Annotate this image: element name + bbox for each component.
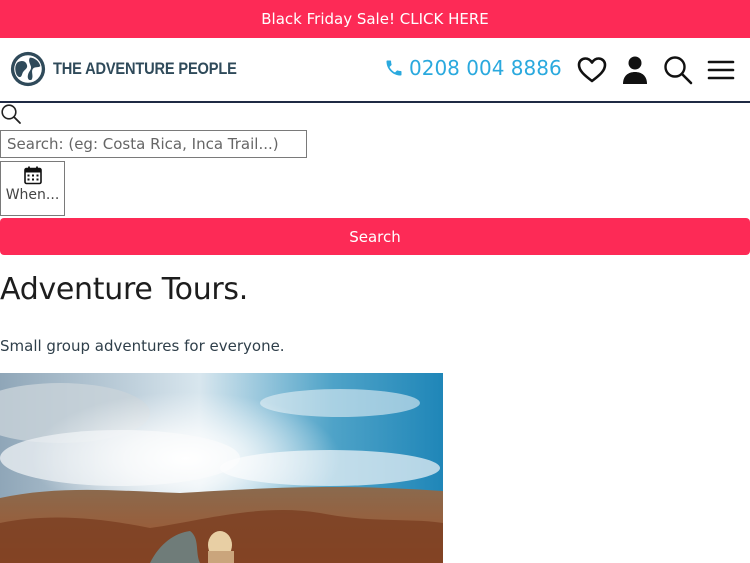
search-form-icon bbox=[0, 103, 22, 125]
promo-text[interactable]: Black Friday Sale! CLICK HERE bbox=[261, 10, 488, 28]
search-icon bbox=[1, 104, 21, 124]
phone-link[interactable]: 0208 004 8886 bbox=[384, 56, 562, 80]
header-search-button[interactable] bbox=[662, 54, 694, 86]
calendar-icon bbox=[23, 166, 42, 185]
heart-icon bbox=[577, 57, 607, 83]
canyon-photo bbox=[0, 373, 443, 563]
menu-button[interactable] bbox=[705, 54, 737, 86]
promo-banner[interactable]: Black Friday Sale! CLICK HERE bbox=[0, 0, 750, 38]
when-date-button[interactable]: When... bbox=[0, 161, 65, 216]
menu-icon bbox=[707, 60, 735, 80]
wishlist-button[interactable] bbox=[576, 54, 608, 86]
logo-text: THE ADVENTURE PEOPLE bbox=[53, 59, 237, 78]
user-icon bbox=[623, 56, 647, 84]
phone-icon bbox=[386, 60, 402, 76]
globe-logo-icon bbox=[10, 51, 46, 87]
page-title: Adventure Tours. bbox=[0, 272, 249, 307]
search-icon bbox=[664, 56, 693, 85]
when-label: When... bbox=[5, 187, 60, 203]
page-subtitle: Small group adventures for everyone. bbox=[0, 337, 285, 355]
logo[interactable]: THE ADVENTURE PEOPLE bbox=[9, 50, 267, 88]
phone-number[interactable]: 0208 004 8886 bbox=[409, 56, 562, 80]
search-input[interactable] bbox=[0, 130, 307, 158]
hero-image bbox=[0, 373, 443, 563]
search-button[interactable]: Search bbox=[0, 218, 750, 255]
account-button[interactable] bbox=[619, 54, 651, 86]
site-header: THE ADVENTURE PEOPLE 0208 004 8886 bbox=[0, 38, 750, 103]
